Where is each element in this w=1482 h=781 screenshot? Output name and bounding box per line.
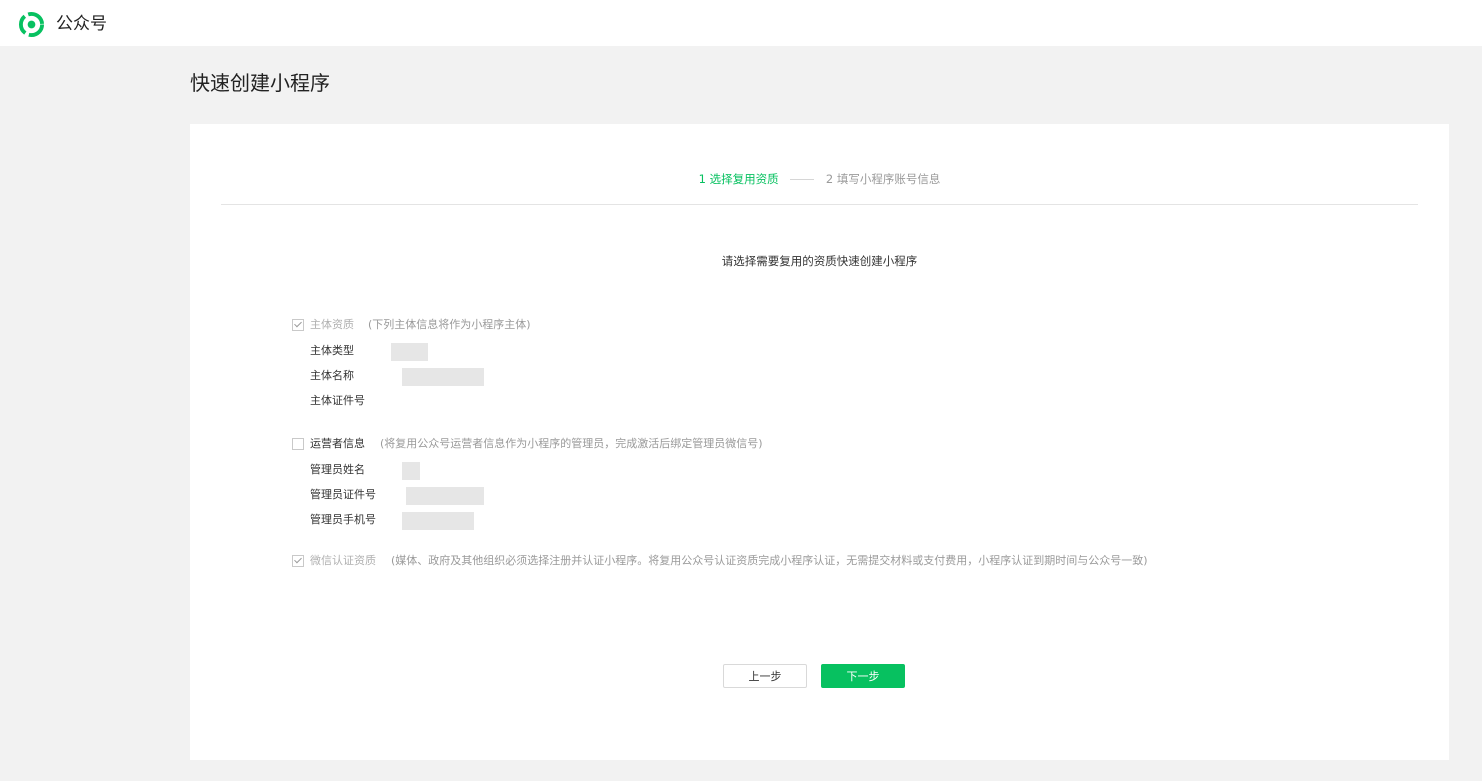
steps-divider (221, 204, 1418, 205)
brand-name[interactable]: 公众号 (56, 13, 107, 35)
operator-label[interactable]: 运营者信息 (310, 435, 365, 453)
subject-type-value (391, 343, 428, 361)
content-card: 1 选择复用资质 2 填写小程序账号信息 请选择需要复用的资质快速创建小程序 主… (190, 124, 1449, 760)
top-bar: 公众号 (0, 0, 1482, 46)
step-2: 2 填写小程序账号信息 (825, 172, 941, 186)
admin-phone-label: 管理员手机号 (310, 513, 376, 526)
subject-type-label: 主体类型 (310, 344, 354, 357)
admin-id-value (406, 487, 484, 505)
subject-label: 主体资质 (310, 318, 354, 331)
admin-id-label: 管理员证件号 (310, 488, 376, 501)
wechat-official-account-logo-icon[interactable] (18, 11, 45, 38)
admin-phone-value (402, 512, 474, 530)
subject-note: (下列主体信息将作为小程序主体) (368, 318, 531, 331)
subject-name-value (402, 368, 484, 386)
page-title: 快速创建小程序 (190, 71, 330, 95)
next-step-button[interactable]: 下一步 (821, 664, 905, 688)
verification-label: 微信认证资质 (310, 554, 376, 567)
step-indicator: 1 选择复用资质 2 填写小程序账号信息 (190, 170, 1449, 188)
admin-name-label: 管理员姓名 (310, 463, 365, 476)
intro-text: 请选择需要复用的资质快速创建小程序 (721, 254, 918, 268)
step-connector (790, 179, 815, 180)
admin-name-value (402, 462, 420, 480)
operator-note: (将复用公众号运营者信息作为小程序的管理员，完成激活后绑定管理员微信号) (380, 437, 763, 450)
verification-note: (媒体、政府及其他组织必须选择注册并认证小程序。将复用公众号认证资质完成小程序认… (391, 554, 1148, 567)
operator-checkbox[interactable] (292, 438, 304, 450)
subject-checkbox[interactable] (292, 319, 304, 331)
subject-name-label: 主体名称 (310, 369, 354, 382)
step-1: 1 选择复用资质 (698, 172, 779, 186)
subject-id-label: 主体证件号 (310, 394, 365, 407)
verification-checkbox[interactable] (292, 555, 304, 567)
prev-step-button[interactable]: 上一步 (723, 664, 807, 688)
